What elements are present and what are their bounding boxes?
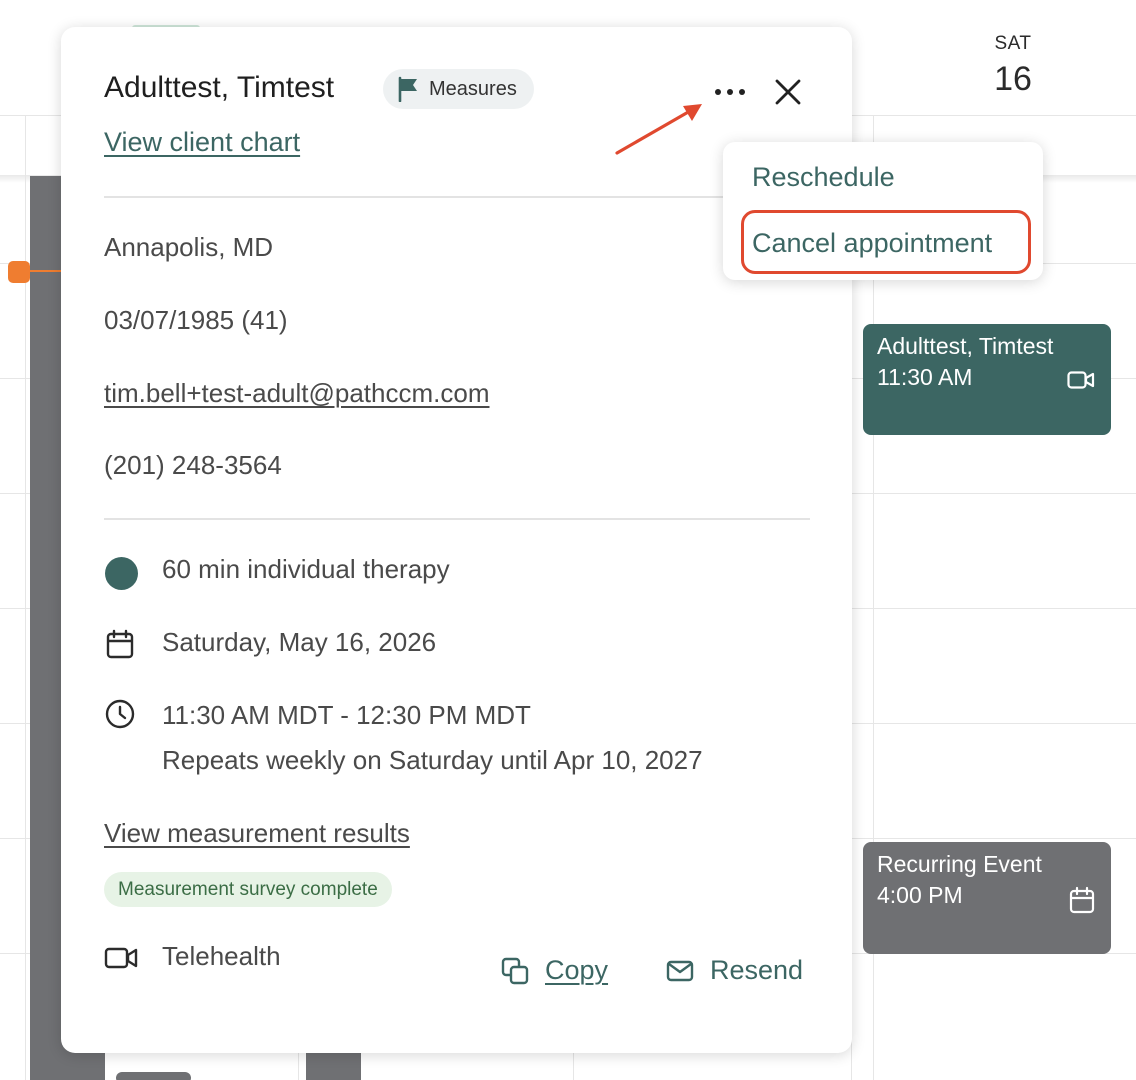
current-time-marker (8, 261, 30, 283)
client-dob: 03/07/1985 (41) (104, 305, 288, 335)
client-phone: (201) 248-3564 (104, 450, 282, 480)
appointment-type-color-dot (105, 557, 138, 590)
appointment-type: 60 min individual therapy (162, 554, 450, 584)
reschedule-menu-item[interactable]: Reschedule (752, 162, 895, 193)
measures-badge: Measures (383, 69, 534, 109)
appointment-time-range: 11:30 AM MDT - 12:30 PM MDT (162, 700, 531, 730)
video-icon (104, 947, 138, 969)
current-time-line (26, 270, 66, 272)
copy-link-button[interactable]: Copy (501, 955, 608, 986)
divider (104, 196, 810, 198)
copy-icon (501, 957, 529, 984)
event-card-adulttest[interactable]: Adulttest, Timtest 11:30 AM (863, 324, 1111, 435)
measures-label: Measures (429, 77, 517, 100)
recurrence-rule: Repeats weekly on Saturday until Apr 10,… (162, 745, 703, 775)
annotation-arrow-icon (615, 104, 702, 155)
divider (104, 518, 810, 520)
client-location: Annapolis, MD (104, 232, 274, 262)
client-name: Adulttest, Timtest (104, 71, 335, 104)
appointment-date: Saturday, May 16, 2026 (162, 627, 437, 657)
video-icon (1067, 371, 1095, 389)
copy-label: Copy (545, 955, 609, 985)
event-time: 11:30 AM (877, 364, 973, 390)
event-title: Recurring Event (877, 851, 1042, 877)
close-icon[interactable] (771, 75, 805, 109)
more-options-menu: Reschedule Cancel appointment (723, 142, 1043, 280)
clock-icon (105, 699, 135, 729)
location-type: Telehealth (162, 941, 281, 971)
day-number[interactable]: 16 (983, 60, 1043, 99)
client-email-link[interactable]: tim.bell+test-adult@pathccm.com (104, 378, 489, 409)
survey-status-badge: Measurement survey complete (104, 872, 392, 907)
event-time: 4:00 PM (877, 882, 963, 908)
resend-button[interactable]: Resend (666, 955, 803, 986)
event-chip[interactable] (116, 1072, 191, 1080)
resend-label: Resend (710, 955, 804, 985)
calendar-icon (106, 629, 134, 659)
event-title: Adulttest, Timtest (877, 333, 1054, 359)
view-client-chart-link[interactable]: View client chart (104, 127, 300, 158)
dot-icon (727, 89, 733, 95)
calendar-icon (1069, 886, 1095, 914)
flag-icon (398, 76, 417, 102)
grid-column-line (25, 115, 26, 1080)
dot-icon (739, 89, 745, 95)
cancel-appointment-menu-item[interactable]: Cancel appointment (752, 228, 992, 259)
mail-icon (666, 960, 694, 981)
day-label: SAT (994, 33, 1032, 54)
event-card-recurring[interactable]: Recurring Event 4:00 PM (863, 842, 1111, 954)
view-measurement-results-link[interactable]: View measurement results (104, 818, 410, 849)
